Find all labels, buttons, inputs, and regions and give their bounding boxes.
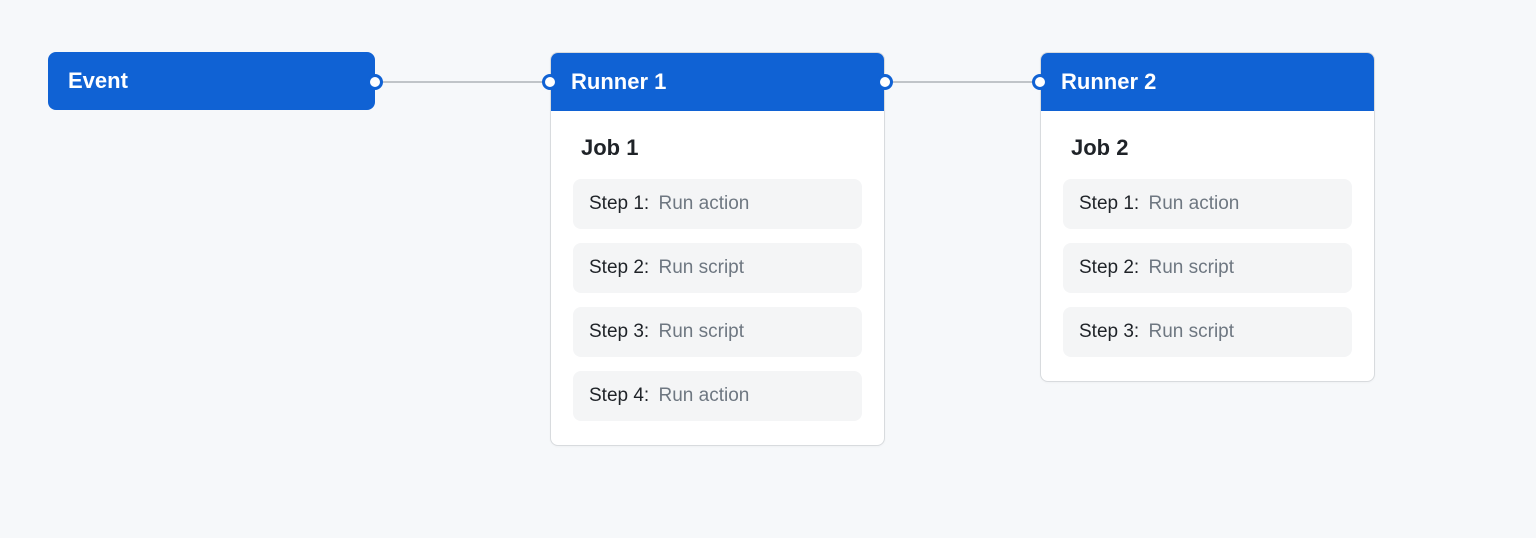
step-label: Step 2: [589,257,649,278]
job-2-step-list: Step 1: Run action Step 2: Run script St… [1063,179,1352,357]
step-action: Run action [1149,193,1240,214]
step-item: Step 3: Run script [1063,307,1352,357]
runner-2-title: Runner 2 [1061,69,1156,94]
step-label: Step 2: [1079,257,1139,278]
step-item: Step 1: Run action [573,179,862,229]
step-label: Step 1: [589,193,649,214]
step-action: Run action [659,193,750,214]
step-label: Step 4: [589,385,649,406]
runner-2-header: Runner 2 [1041,53,1374,111]
step-item: Step 3: Run script [573,307,862,357]
port-icon [877,74,893,90]
port-icon [1032,74,1048,90]
step-label: Step 3: [589,321,649,342]
event-label: Event [68,68,128,93]
runner-1-title: Runner 1 [571,69,666,94]
job-2-title: Job 2 [1063,135,1352,161]
connector-runner1-to-runner2 [877,81,1048,83]
runner-2-body: Job 2 Step 1: Run action Step 2: Run scr… [1041,111,1374,381]
runner-1-header: Runner 1 [551,53,884,111]
runner-node-2: Runner 2 Job 2 Step 1: Run action Step 2… [1040,52,1375,382]
step-label: Step 1: [1079,193,1139,214]
step-item: Step 2: Run script [1063,243,1352,293]
step-action: Run script [1149,321,1235,342]
job-1-step-list: Step 1: Run action Step 2: Run script St… [573,179,862,421]
port-icon [542,74,558,90]
step-action: Run action [659,385,750,406]
step-label: Step 3: [1079,321,1139,342]
step-item: Step 1: Run action [1063,179,1352,229]
runner-node-1: Runner 1 Job 1 Step 1: Run action Step 2… [550,52,885,446]
event-node: Event [48,52,375,110]
step-item: Step 2: Run script [573,243,862,293]
step-action: Run script [659,321,745,342]
runner-1-body: Job 1 Step 1: Run action Step 2: Run scr… [551,111,884,445]
connector-event-to-runner1 [367,81,558,83]
job-1-title: Job 1 [573,135,862,161]
step-action: Run script [659,257,745,278]
step-item: Step 4: Run action [573,371,862,421]
workflow-diagram: Event Runner 1 Job 1 Step 1: Run action … [0,0,1536,538]
step-action: Run script [1149,257,1235,278]
port-icon [367,74,383,90]
